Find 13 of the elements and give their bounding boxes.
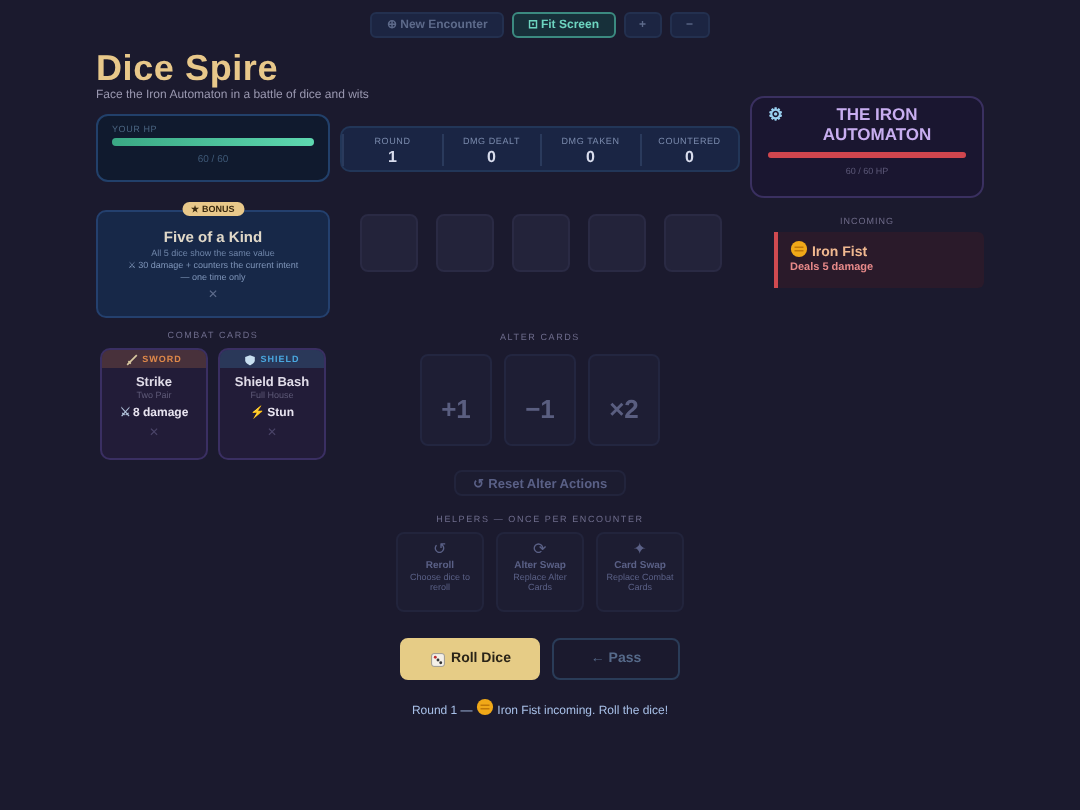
gear-icon: ⚙: [768, 106, 784, 125]
stat-value: 0: [485, 149, 498, 165]
enemy-name: THE IRON AUTOMATON: [820, 106, 934, 144]
page-title: Dice Spire: [96, 46, 281, 89]
stat-value: 0: [683, 149, 696, 165]
helper-icon: ✦: [598, 540, 682, 560]
dice-icon: [429, 651, 446, 667]
helper-icon: ⟳: [498, 540, 582, 560]
helper-icon: ↺: [398, 540, 482, 560]
stat-value: 1: [386, 149, 399, 165]
stat-value: 0: [584, 149, 597, 165]
sword-icon: [126, 353, 139, 365]
shield-icon: [244, 353, 257, 365]
